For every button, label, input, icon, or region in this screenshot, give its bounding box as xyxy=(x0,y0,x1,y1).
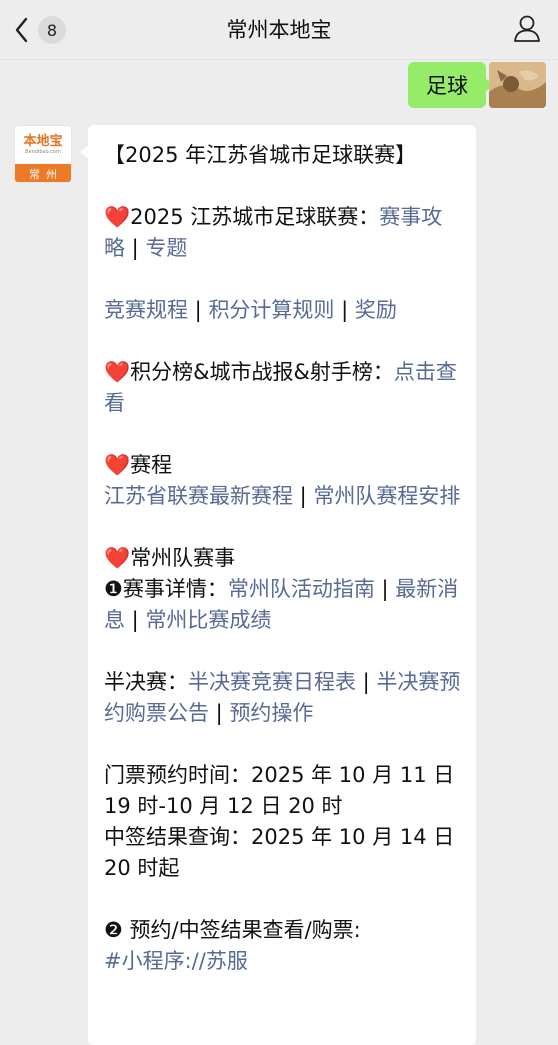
separator: | xyxy=(293,484,314,508)
link-changzhou-schedule[interactable]: 常州队赛程安排 xyxy=(313,484,460,508)
separator: | xyxy=(125,608,146,632)
my-avatar[interactable] xyxy=(489,62,546,108)
match-details: ❶赛事详情：常州队活动指南 | 最新消息 | 常州比赛成绩 xyxy=(104,574,462,636)
ticket-time-line2: 19 时-10 月 12 日 20 时 xyxy=(104,794,343,818)
heart-icon: ❤️ xyxy=(104,360,131,384)
section-schedule-label: 赛程 xyxy=(130,453,173,477)
avatar-logo-sub: Bendibao.com xyxy=(25,148,61,155)
chat-title: 常州本地宝 xyxy=(226,18,332,42)
section-league: ❤️2025 江苏城市足球联赛：赛事攻略 | 专题 xyxy=(104,202,462,264)
semifinal-label: 半决赛： xyxy=(104,670,188,694)
heart-icon: ❤️ xyxy=(104,453,131,477)
avatar-city-label: 常州 xyxy=(15,164,71,182)
heart-icon: ❤️ xyxy=(104,205,131,229)
official-account-avatar[interactable]: 本地宝 Bendibao.com 常州 xyxy=(14,125,72,183)
ticket-time-line1: 门票预约时间：2025 年 10 月 11 日 xyxy=(104,763,455,787)
avatar-logo-text: 本地宝 xyxy=(23,133,63,149)
separator: | xyxy=(356,670,377,694)
link-activity-guide[interactable]: 常州队活动指南 xyxy=(228,577,375,601)
top-bar: 8 常州本地宝 xyxy=(0,0,558,60)
link-points-rules[interactable]: 积分计算规则 xyxy=(208,298,334,322)
section-standings-label: 积分榜&城市战报&射手榜： xyxy=(130,360,394,384)
semifinal-links: 半决赛：半决赛竞赛日程表 | 半决赛预约购票公告 | 预约操作 xyxy=(104,667,462,729)
mini-program-line: #小程序://苏服 xyxy=(104,946,462,977)
number-one-icon: ❶ xyxy=(104,577,123,601)
person-icon[interactable] xyxy=(512,13,542,43)
booking-label: 预约/中签结果查看/购票: xyxy=(122,918,361,942)
link-topic[interactable]: 专题 xyxy=(145,236,187,260)
section-changzhou-label: 常州队赛事 xyxy=(130,546,236,570)
separator: | xyxy=(374,577,396,601)
received-message-bubble: 【2025 年江苏省城市足球联赛】 ❤️2025 江苏城市足球联赛：赛事攻略 |… xyxy=(80,125,476,1045)
booking-item: ❷ 预约/中签结果查看/购票: xyxy=(104,915,462,946)
match-details-label: 赛事详情： xyxy=(122,577,228,601)
section-standings: ❤️积分榜&城市战报&射手榜：点击查看 xyxy=(104,357,462,419)
link-booking-steps[interactable]: 预约操作 xyxy=(229,701,313,725)
heart-icon: ❤️ xyxy=(104,546,131,570)
sent-message-bubble[interactable]: 足球 xyxy=(408,62,494,108)
number-two-icon: ❷ xyxy=(104,918,123,942)
result-time-line2: 20 时起 xyxy=(104,856,180,880)
section-changzhou-team: ❤️常州队赛事 xyxy=(104,543,462,574)
avatar-picture-icon xyxy=(489,62,546,108)
link-rewards[interactable]: 奖励 xyxy=(355,298,397,322)
link-semifinal-schedule[interactable]: 半决赛竞赛日程表 xyxy=(188,670,356,694)
schedule-links: 江苏省联赛最新赛程 | 常州队赛程安排 xyxy=(104,481,462,512)
separator: | xyxy=(334,298,355,322)
link-match-results[interactable]: 常州比赛成绩 xyxy=(145,608,271,632)
article-title: 【2025 年江苏省城市足球联赛】 xyxy=(104,143,417,167)
section-league-label: 2025 江苏城市足球联赛： xyxy=(130,205,380,229)
result-time-line1: 中签结果查询：2025 年 10 月 14 日 xyxy=(104,825,455,849)
rules-links: 竞赛规程 | 积分计算规则 | 奖励 xyxy=(104,295,462,326)
link-competition-rules[interactable]: 竞赛规程 xyxy=(104,298,188,322)
separator: | xyxy=(188,298,209,322)
link-latest-schedule[interactable]: 江苏省联赛最新赛程 xyxy=(104,484,293,508)
separator: | xyxy=(125,236,146,260)
sent-message-text: 足球 xyxy=(426,74,468,98)
separator: | xyxy=(209,701,230,725)
link-mini-program[interactable]: #小程序://苏服 xyxy=(104,949,248,973)
section-schedule: ❤️赛程 xyxy=(104,450,462,481)
